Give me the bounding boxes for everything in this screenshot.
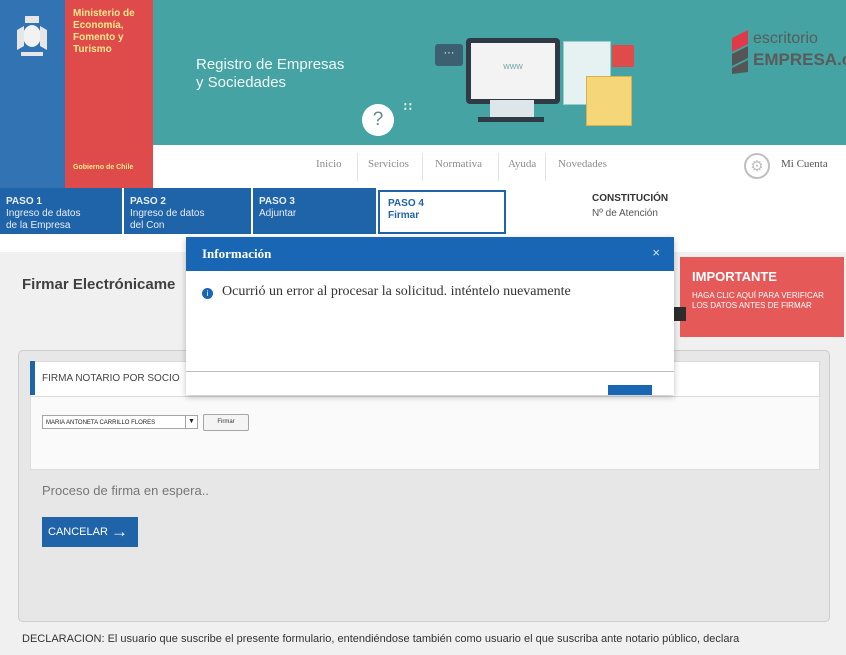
arrow-right-icon: → xyxy=(111,522,128,541)
nav-novedades[interactable]: Novedades xyxy=(558,158,607,170)
logo-text-escritorio: escritorio xyxy=(753,30,818,47)
account-link[interactable]: Mi Cuenta xyxy=(781,158,828,170)
important-banner[interactable]: IMPORTANTE HAGA CLIC AQUÍ PARA VERIFICAR… xyxy=(674,257,844,337)
nav-servicios[interactable]: Servicios xyxy=(368,158,409,170)
step-desc: Adjuntar xyxy=(259,208,297,219)
nav-divider xyxy=(357,153,358,181)
dialog-ok-button[interactable] xyxy=(608,385,652,395)
nav-divider xyxy=(422,153,423,181)
monitor-base-icon xyxy=(478,117,544,122)
step-title: PASO 3 xyxy=(259,196,295,207)
nav-normativa[interactable]: Normativa xyxy=(435,158,482,170)
section-label: FIRMA NOTARIO POR SOCIO xyxy=(42,373,180,384)
registry-title[interactable]: Registro de Empresas y Sociedades xyxy=(196,56,344,92)
nav-ayuda[interactable]: Ayuda xyxy=(508,158,536,170)
step-desc: Firmar xyxy=(388,210,420,221)
monitor-text: www xyxy=(503,61,523,71)
nav-divider xyxy=(498,153,499,181)
sign-button[interactable]: Firmar xyxy=(203,414,249,431)
constitucion-label: CONSTITUCIÓN xyxy=(592,193,669,204)
close-icon[interactable]: × xyxy=(652,245,660,260)
dialog-title: Información xyxy=(202,246,272,261)
ministry-column: Ministerio de Economía, Fomento y Turism… xyxy=(65,0,153,188)
declaration-text: DECLARACION: El usuario que suscribe el … xyxy=(22,633,740,645)
gear-icon[interactable]: ⚙ xyxy=(744,153,770,179)
dialog-message: Ocurrió un error al procesar la solicitu… xyxy=(222,284,571,299)
step-2[interactable]: PASO 2 Ingreso de datos del Con xyxy=(124,188,251,234)
rss-icon: ∷ xyxy=(404,100,412,114)
step-desc: Ingreso de datos del Con xyxy=(130,208,205,231)
monitor-stand-icon xyxy=(490,100,534,118)
signer-select-value: MARIA ANTONETA CARRILLO FLORES xyxy=(46,420,156,426)
step-title: PASO 2 xyxy=(130,196,166,207)
step-3[interactable]: PASO 3 Adjuntar xyxy=(253,188,376,234)
tag-icon xyxy=(612,45,634,67)
section-marker xyxy=(30,361,35,395)
dialog-header: Información × xyxy=(186,237,674,271)
important-body: HAGA CLIC AQUÍ PARA VERIFICAR LOS DATOS … xyxy=(692,291,824,310)
help-icon[interactable]: ? xyxy=(362,104,394,136)
process-status: Proceso de firma en espera.. xyxy=(42,483,209,498)
nav-divider xyxy=(545,153,546,181)
escritorio-empresa-logo-icon[interactable] xyxy=(730,28,750,74)
document-icon xyxy=(674,307,686,321)
step-1[interactable]: PASO 1 Ingreso de datos de la Empresa xyxy=(0,188,122,234)
attention-number-label: Nº de Atención xyxy=(592,208,658,219)
signer-row xyxy=(30,396,820,470)
ministry-name: Ministerio de Economía, Fomento y Turism… xyxy=(73,8,135,55)
cancel-button[interactable]: CANCELAR → xyxy=(42,517,138,547)
step-4-active[interactable]: PASO 4 Firmar xyxy=(378,190,506,234)
info-icon: i xyxy=(202,288,213,299)
coat-of-arms-icon xyxy=(17,16,47,56)
top-nav: Inicio Servicios Normativa Ayuda Novedad… xyxy=(153,145,846,189)
step-title: PASO 1 xyxy=(6,196,42,207)
nav-inicio[interactable]: Inicio xyxy=(316,158,342,170)
chevron-down-icon[interactable]: ▼ xyxy=(185,416,197,428)
dialog-divider xyxy=(186,371,674,372)
info-dialog: Información × i Ocurrió un error al proc… xyxy=(186,237,674,395)
page-title: Firmar Electrónicame xyxy=(22,276,176,293)
chat-bubble-icon: ··· xyxy=(435,44,463,66)
cancel-button-label: CANCELAR xyxy=(48,526,108,538)
step-desc: Ingreso de datos de la Empresa xyxy=(6,208,81,231)
shopping-bag-icon xyxy=(586,76,632,126)
computer-icon: www xyxy=(466,38,560,104)
page: Registro de Empresas y Sociedades ? ∷ ··… xyxy=(0,0,846,655)
important-title: IMPORTANTE xyxy=(692,269,777,284)
gov-crest-column xyxy=(0,0,65,188)
signer-select[interactable]: MARIA ANTONETA CARRILLO FLORES ▼ xyxy=(42,415,198,429)
step-title: PASO 4 xyxy=(388,198,424,209)
government-label: Gobierno de Chile xyxy=(73,164,134,171)
logo-text-empresa: EMPRESA.cl xyxy=(753,50,846,69)
